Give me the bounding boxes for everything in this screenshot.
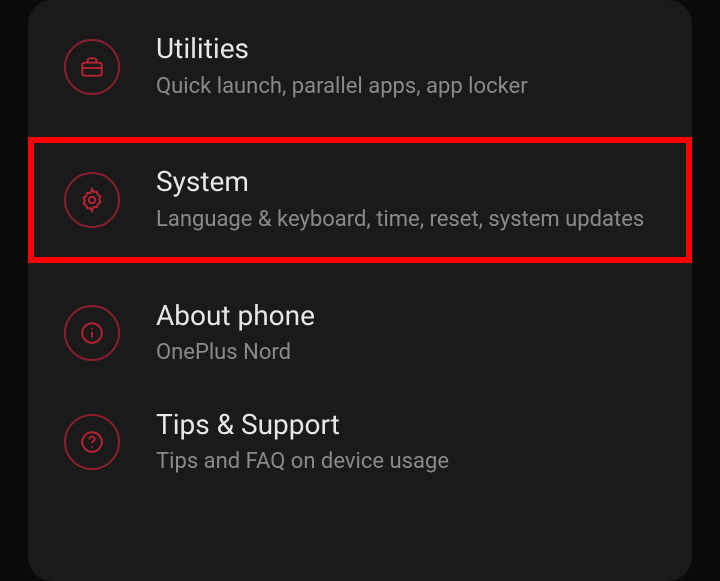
item-text: Tips & Support Tips and FAQ on device us…: [156, 408, 664, 477]
settings-item-about-phone[interactable]: About phone OnePlus Nord: [28, 279, 692, 388]
settings-item-system[interactable]: System Language & keyboard, time, reset,…: [28, 137, 692, 262]
item-subtitle: OnePlus Nord: [156, 338, 664, 368]
help-icon: [64, 414, 120, 470]
item-text: System Language & keyboard, time, reset,…: [156, 165, 664, 234]
item-subtitle: Quick launch, parallel apps, app locker: [156, 72, 664, 102]
item-subtitle: Language & keyboard, time, reset, system…: [156, 205, 664, 235]
settings-item-tips-support[interactable]: Tips & Support Tips and FAQ on device us…: [28, 388, 692, 497]
item-text: Utilities Quick launch, parallel apps, a…: [156, 32, 664, 101]
settings-item-utilities[interactable]: Utilities Quick launch, parallel apps, a…: [28, 12, 692, 121]
toolbox-icon: [64, 39, 120, 95]
item-text: About phone OnePlus Nord: [156, 299, 664, 368]
item-title: System: [156, 165, 664, 199]
item-title: Utilities: [156, 32, 664, 66]
gear-icon: [64, 172, 120, 228]
info-icon: [64, 305, 120, 361]
item-title: Tips & Support: [156, 408, 664, 442]
item-subtitle: Tips and FAQ on device usage: [156, 447, 664, 477]
settings-panel: Utilities Quick launch, parallel apps, a…: [28, 0, 692, 581]
item-title: About phone: [156, 299, 664, 333]
